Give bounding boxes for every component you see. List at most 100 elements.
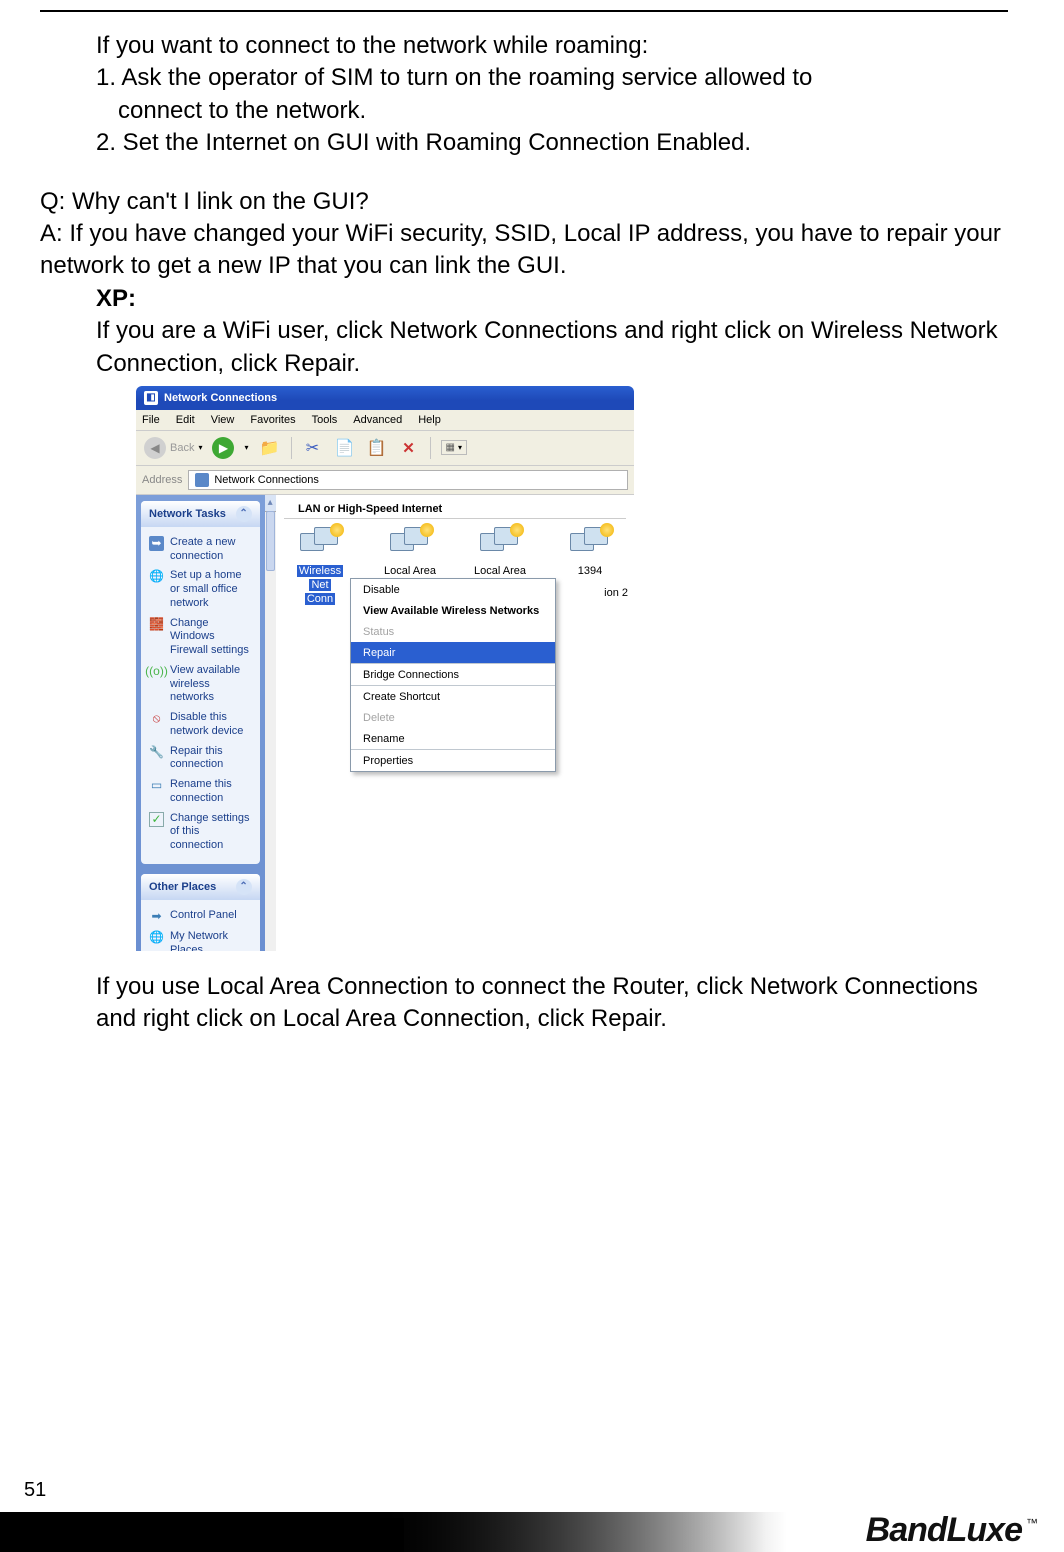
icon-wireless[interactable]: Wireless Net Conn (288, 527, 352, 605)
up-folder-button[interactable]: 📁 (259, 437, 281, 459)
address-icon (195, 473, 209, 487)
forward-dropdown-icon: ▾ (244, 443, 248, 452)
menu-tools[interactable]: Tools (312, 414, 338, 426)
wifi-icon: ((o)) (149, 664, 164, 679)
rename-icon: ▭ (149, 778, 164, 793)
paragraph-roaming-intro: If you want to connect to the network wh… (40, 30, 1008, 62)
context-item-shortcut[interactable]: Create Shortcut (351, 686, 555, 707)
menu-bar[interactable]: File Edit View Favorites Tools Advanced … (136, 410, 634, 431)
menu-view[interactable]: View (211, 414, 235, 426)
trademark-symbol: ™ (1026, 1516, 1038, 1530)
views-icon: ▦ (446, 442, 455, 453)
sidebar-item-disable[interactable]: ⦸Disable this network device (147, 708, 256, 742)
sidebar-item-repair[interactable]: 🔧 Repair this connection (147, 742, 256, 776)
back-button[interactable]: ◀ Back ▾ (144, 437, 202, 459)
qa-answer: A: If you have changed your WiFi securit… (40, 218, 1008, 283)
address-label: Address (142, 474, 182, 486)
brand-text: BandLuxe (866, 1511, 1022, 1550)
context-item-status: Status (351, 621, 555, 642)
qa-question: Q: Why can't I link on the GUI? (40, 186, 1008, 218)
back-dropdown-icon: ▾ (198, 443, 202, 452)
icon-label: Local Area (474, 565, 526, 577)
screenshot-network-connections: ◧ Network Connections File Edit View Fav… (136, 386, 634, 951)
sidebar-item-change-settings[interactable]: ✓ Change settings of this connection (147, 809, 256, 856)
sidebar-item-label: Change Windows Firewall settings (170, 617, 254, 658)
sidebar-item-label: Repair this connection (170, 745, 254, 773)
properties-icon: ✓ (149, 812, 164, 827)
icon-label: Wireless (297, 565, 343, 577)
views-button[interactable]: ▦ ▾ (441, 440, 467, 455)
context-item-disable[interactable]: Disable (351, 579, 555, 600)
collapse-icon: ⌃ (236, 506, 252, 522)
icon-1394[interactable]: 1394 (558, 527, 622, 577)
forward-button[interactable]: ▶ (212, 437, 234, 459)
wrench-icon: 🔧 (149, 745, 164, 760)
toolbar-separator (291, 437, 292, 459)
globe-icon: 🌐 (149, 569, 164, 584)
sidebar-heading-label: Other Places (149, 881, 216, 893)
firewall-icon: 🧱 (149, 617, 164, 632)
back-arrow-icon: ◀ (144, 437, 166, 459)
sidebar-item-my-network-places[interactable]: 🌐My Network Places (147, 927, 256, 951)
context-item-bridge[interactable]: Bridge Connections (351, 664, 555, 685)
delete-button[interactable]: ✕ (398, 437, 420, 459)
sidebar-heading-other-places[interactable]: Other Places ⌃ (141, 874, 260, 900)
context-menu: Disable View Available Wireless Networks… (350, 578, 556, 772)
list-item-1a: 1. Ask the operator of SIM to turn on th… (40, 62, 1008, 94)
sidebar-group-other-places: Other Places ⌃ ➡ Control Panel 🌐My Networ… (141, 874, 260, 951)
main-pane: LAN or High-Speed Internet Wireless Net … (276, 495, 634, 951)
menu-advanced[interactable]: Advanced (353, 414, 402, 426)
icon-label-line3: Conn (305, 593, 335, 605)
address-field[interactable]: Network Connections (188, 470, 628, 490)
context-item-view-wireless[interactable]: View Available Wireless Networks (351, 600, 555, 621)
collapse-icon: ⌃ (236, 879, 252, 895)
context-item-rename[interactable]: Rename (351, 728, 555, 749)
views-dropdown-icon: ▾ (458, 443, 462, 452)
back-label: Back (170, 442, 194, 454)
sidebar-item-setup-network[interactable]: 🌐Set up a home or small office network (147, 566, 256, 613)
sidebar-heading-network-tasks[interactable]: Network Tasks ⌃ (141, 501, 260, 527)
sidebar-item-label: Disable this network device (170, 711, 254, 739)
sidebar-item-rename[interactable]: ▭ Rename this connection (147, 775, 256, 809)
context-item-properties[interactable]: Properties (351, 750, 555, 771)
cut-button[interactable]: ✂ (302, 437, 324, 459)
sidebar-item-control-panel[interactable]: ➡ Control Panel (147, 906, 256, 927)
sidebar-item-firewall[interactable]: 🧱 Change Windows Firewall settings (147, 614, 256, 661)
window-title: Network Connections (164, 392, 277, 404)
paragraph-xp: If you are a WiFi user, click Network Co… (40, 315, 1008, 380)
sidebar-item-label: Rename this connection (170, 778, 254, 806)
toolbar: ◀ Back ▾ ▶ ▾ 📁 ✂ 📄 📋 ✕ ▦ ▾ (136, 431, 634, 466)
sidebar-item-label: Change settings of this connection (170, 812, 254, 853)
brand-logo: BandLuxe ™ (866, 1511, 1038, 1550)
context-item-delete: Delete (351, 707, 555, 728)
menu-help[interactable]: Help (418, 414, 441, 426)
scroll-thumb[interactable] (266, 511, 275, 571)
new-connection-icon: ➥ (149, 536, 164, 551)
icon-label-line2: Net (309, 579, 330, 591)
signal-icon (330, 523, 344, 537)
menu-edit[interactable]: Edit (176, 414, 195, 426)
list-item-2: 2. Set the Internet on GUI with Roaming … (40, 127, 1008, 159)
paste-button[interactable]: 📋 (366, 437, 388, 459)
menu-favorites[interactable]: Favorites (250, 414, 295, 426)
address-value: Network Connections (214, 474, 319, 486)
list-item-1b: connect to the network. (40, 95, 1008, 127)
menu-file[interactable]: File (142, 414, 160, 426)
icon-local-area-1[interactable]: Local Area (378, 527, 442, 577)
copy-button[interactable]: 📄 (334, 437, 356, 459)
sidebar: Network Tasks ⌃ ➥Create a new connection… (136, 495, 265, 951)
window-titlebar[interactable]: ◧ Network Connections (136, 386, 634, 410)
address-bar: Address Network Connections (136, 466, 634, 495)
icon-label: 1394 (578, 565, 602, 577)
sidebar-heading-label: Network Tasks (149, 508, 226, 520)
toolbar-separator-2 (430, 437, 431, 459)
context-item-repair[interactable]: Repair (351, 642, 555, 663)
sidebar-item-create-connection[interactable]: ➥Create a new connection (147, 533, 256, 567)
sidebar-item-label: Control Panel (170, 909, 237, 923)
control-panel-icon: ➡ (149, 909, 164, 924)
paragraph-local-area: If you use Local Area Connection to conn… (40, 971, 1008, 1036)
scroll-up-icon: ▴ (268, 497, 273, 508)
sidebar-item-view-wireless[interactable]: ((o))View available wireless networks (147, 661, 256, 708)
scrollbar[interactable]: ▴ (265, 495, 276, 951)
icon-local-area-2[interactable]: Local Area (468, 527, 532, 577)
